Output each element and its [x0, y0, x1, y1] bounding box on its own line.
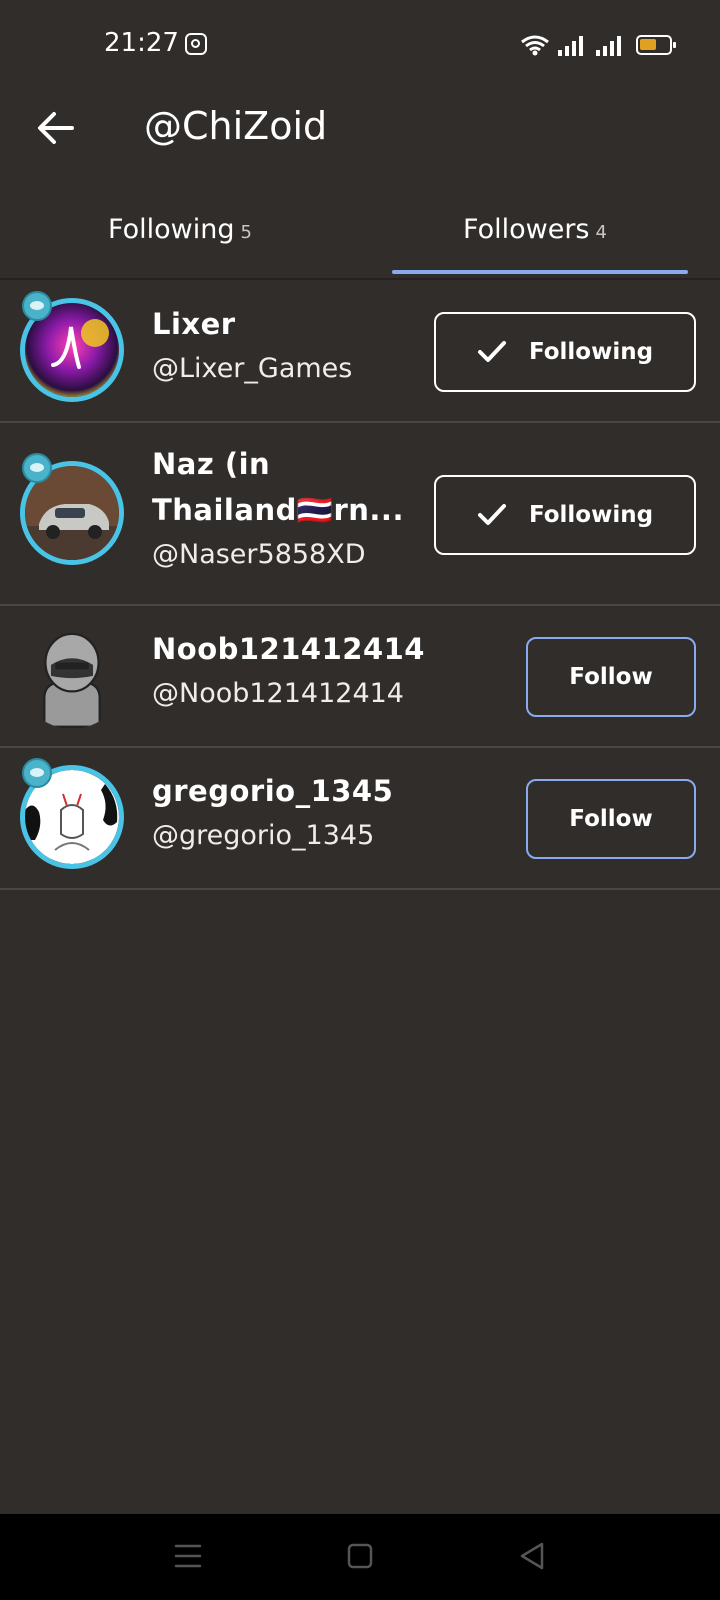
follower-handle: @gregorio_1345 [152, 820, 375, 851]
list-item[interactable]: gregorio_1345 @gregorio_1345 Follow [0, 748, 720, 890]
follower-name-line1: Naz (in [152, 447, 271, 481]
avatar[interactable] [20, 625, 124, 729]
signal-icon [558, 36, 583, 56]
follow-button-label: Follow [569, 664, 653, 690]
back-triangle-icon[interactable] [512, 1536, 552, 1576]
wifi-icon [521, 35, 549, 56]
active-tab-indicator [392, 270, 688, 274]
follower-handle: @Naser5858XD [152, 539, 366, 570]
list-item[interactable]: Lixer @Lixer_Games Following [0, 281, 720, 423]
badge-icon [22, 758, 52, 788]
badge-icon [22, 291, 52, 321]
status-bar: 21:27 [0, 0, 720, 90]
home-square-icon[interactable] [340, 1536, 380, 1576]
screen: 21:27 @ChiZoid Following 5 Followers 4 L… [0, 0, 720, 1600]
tab-following-count: 5 [240, 222, 252, 243]
follower-handle: @Noob121412414 [152, 678, 404, 709]
list-item[interactable]: Naz (in Thailand🇹🇭rn... @Naser5858XD Fol… [0, 423, 720, 606]
tab-bar: Following 5 Followers 4 [0, 190, 720, 280]
tab-followers-count: 4 [595, 222, 607, 243]
followers-list: Lixer @Lixer_Games Following Naz (in Tha… [0, 281, 720, 890]
following-button-label: Following [528, 502, 654, 528]
status-time: 21:27 [104, 28, 179, 58]
back-arrow-icon[interactable] [34, 106, 78, 150]
following-button[interactable]: Following [434, 475, 696, 555]
follow-button-label: Follow [569, 806, 653, 832]
menu-icon[interactable] [168, 1536, 208, 1576]
follower-handle: @Lixer_Games [152, 353, 353, 384]
check-icon [477, 341, 506, 362]
tab-followers-label: Followers [463, 214, 590, 245]
follower-name: gregorio_1345 [152, 774, 394, 808]
battery-icon [636, 35, 676, 55]
check-icon [477, 504, 506, 525]
badge-icon [22, 453, 52, 483]
follower-name-line2: Thailand🇹🇭rn... [152, 493, 404, 527]
follower-name: Noob121412414 [152, 632, 425, 666]
instagram-icon [185, 33, 207, 55]
system-nav-bar [0, 1514, 720, 1600]
list-item[interactable]: Noob121412414 @Noob121412414 Follow [0, 606, 720, 748]
tab-following-label: Following [108, 214, 235, 245]
tab-following[interactable]: Following 5 [0, 190, 360, 280]
following-button-label: Following [528, 339, 654, 365]
follow-button[interactable]: Follow [526, 637, 696, 717]
follow-button[interactable]: Follow [526, 779, 696, 859]
follower-name: Lixer [152, 307, 236, 341]
tab-followers[interactable]: Followers 4 [380, 190, 690, 280]
page-title: @ChiZoid [144, 104, 328, 148]
signal-icon [596, 36, 621, 56]
following-button[interactable]: Following [434, 312, 696, 392]
